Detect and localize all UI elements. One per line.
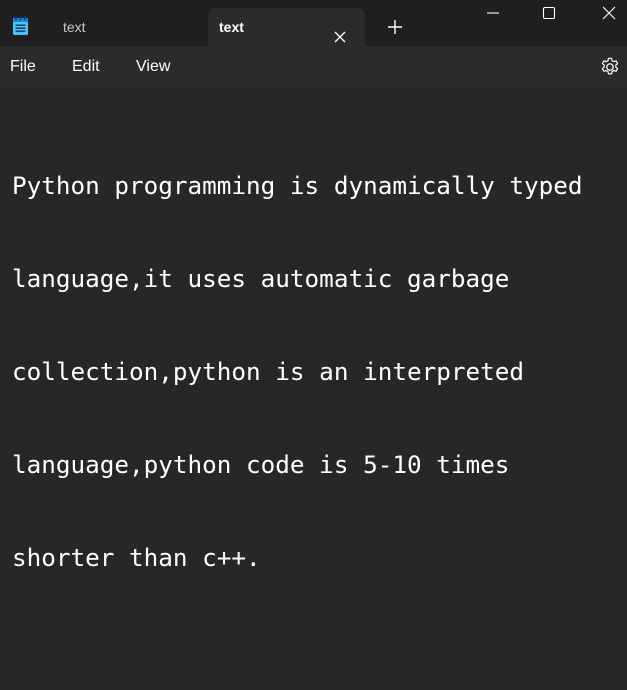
editor-content[interactable]: Python programming is dynamically typed … (12, 108, 617, 635)
close-icon[interactable] (333, 20, 347, 43)
editor-line: language,it uses automatic garbage (12, 264, 510, 293)
notepad-window: text text File Edit View Python programm… (0, 0, 627, 690)
tab-label: text (63, 19, 86, 35)
menu-view[interactable]: View (136, 46, 170, 88)
editor-line: shorter than c++. (12, 543, 261, 572)
tab-1[interactable]: text (44, 8, 204, 46)
menu-file[interactable]: File (10, 46, 36, 88)
maximize-button[interactable] (526, 0, 572, 30)
tab-label: text (219, 19, 244, 35)
gear-icon[interactable] (599, 56, 621, 78)
editor-line: Python programming is dynamically typed (12, 171, 583, 200)
notepad-icon (12, 16, 29, 36)
text-editor[interactable]: Python programming is dynamically typed … (0, 88, 627, 690)
editor-line: collection,python is an interpreted (12, 357, 524, 386)
menu-edit[interactable]: Edit (72, 46, 100, 88)
plus-icon[interactable] (386, 18, 404, 36)
minimize-button[interactable] (470, 0, 516, 30)
editor-line: language,python code is 5-10 times (12, 450, 510, 479)
menu-bar: File Edit View (0, 46, 627, 88)
tab-2-active[interactable]: text (208, 8, 365, 46)
window-close-button[interactable] (586, 0, 627, 30)
title-bar: text text (0, 0, 627, 46)
